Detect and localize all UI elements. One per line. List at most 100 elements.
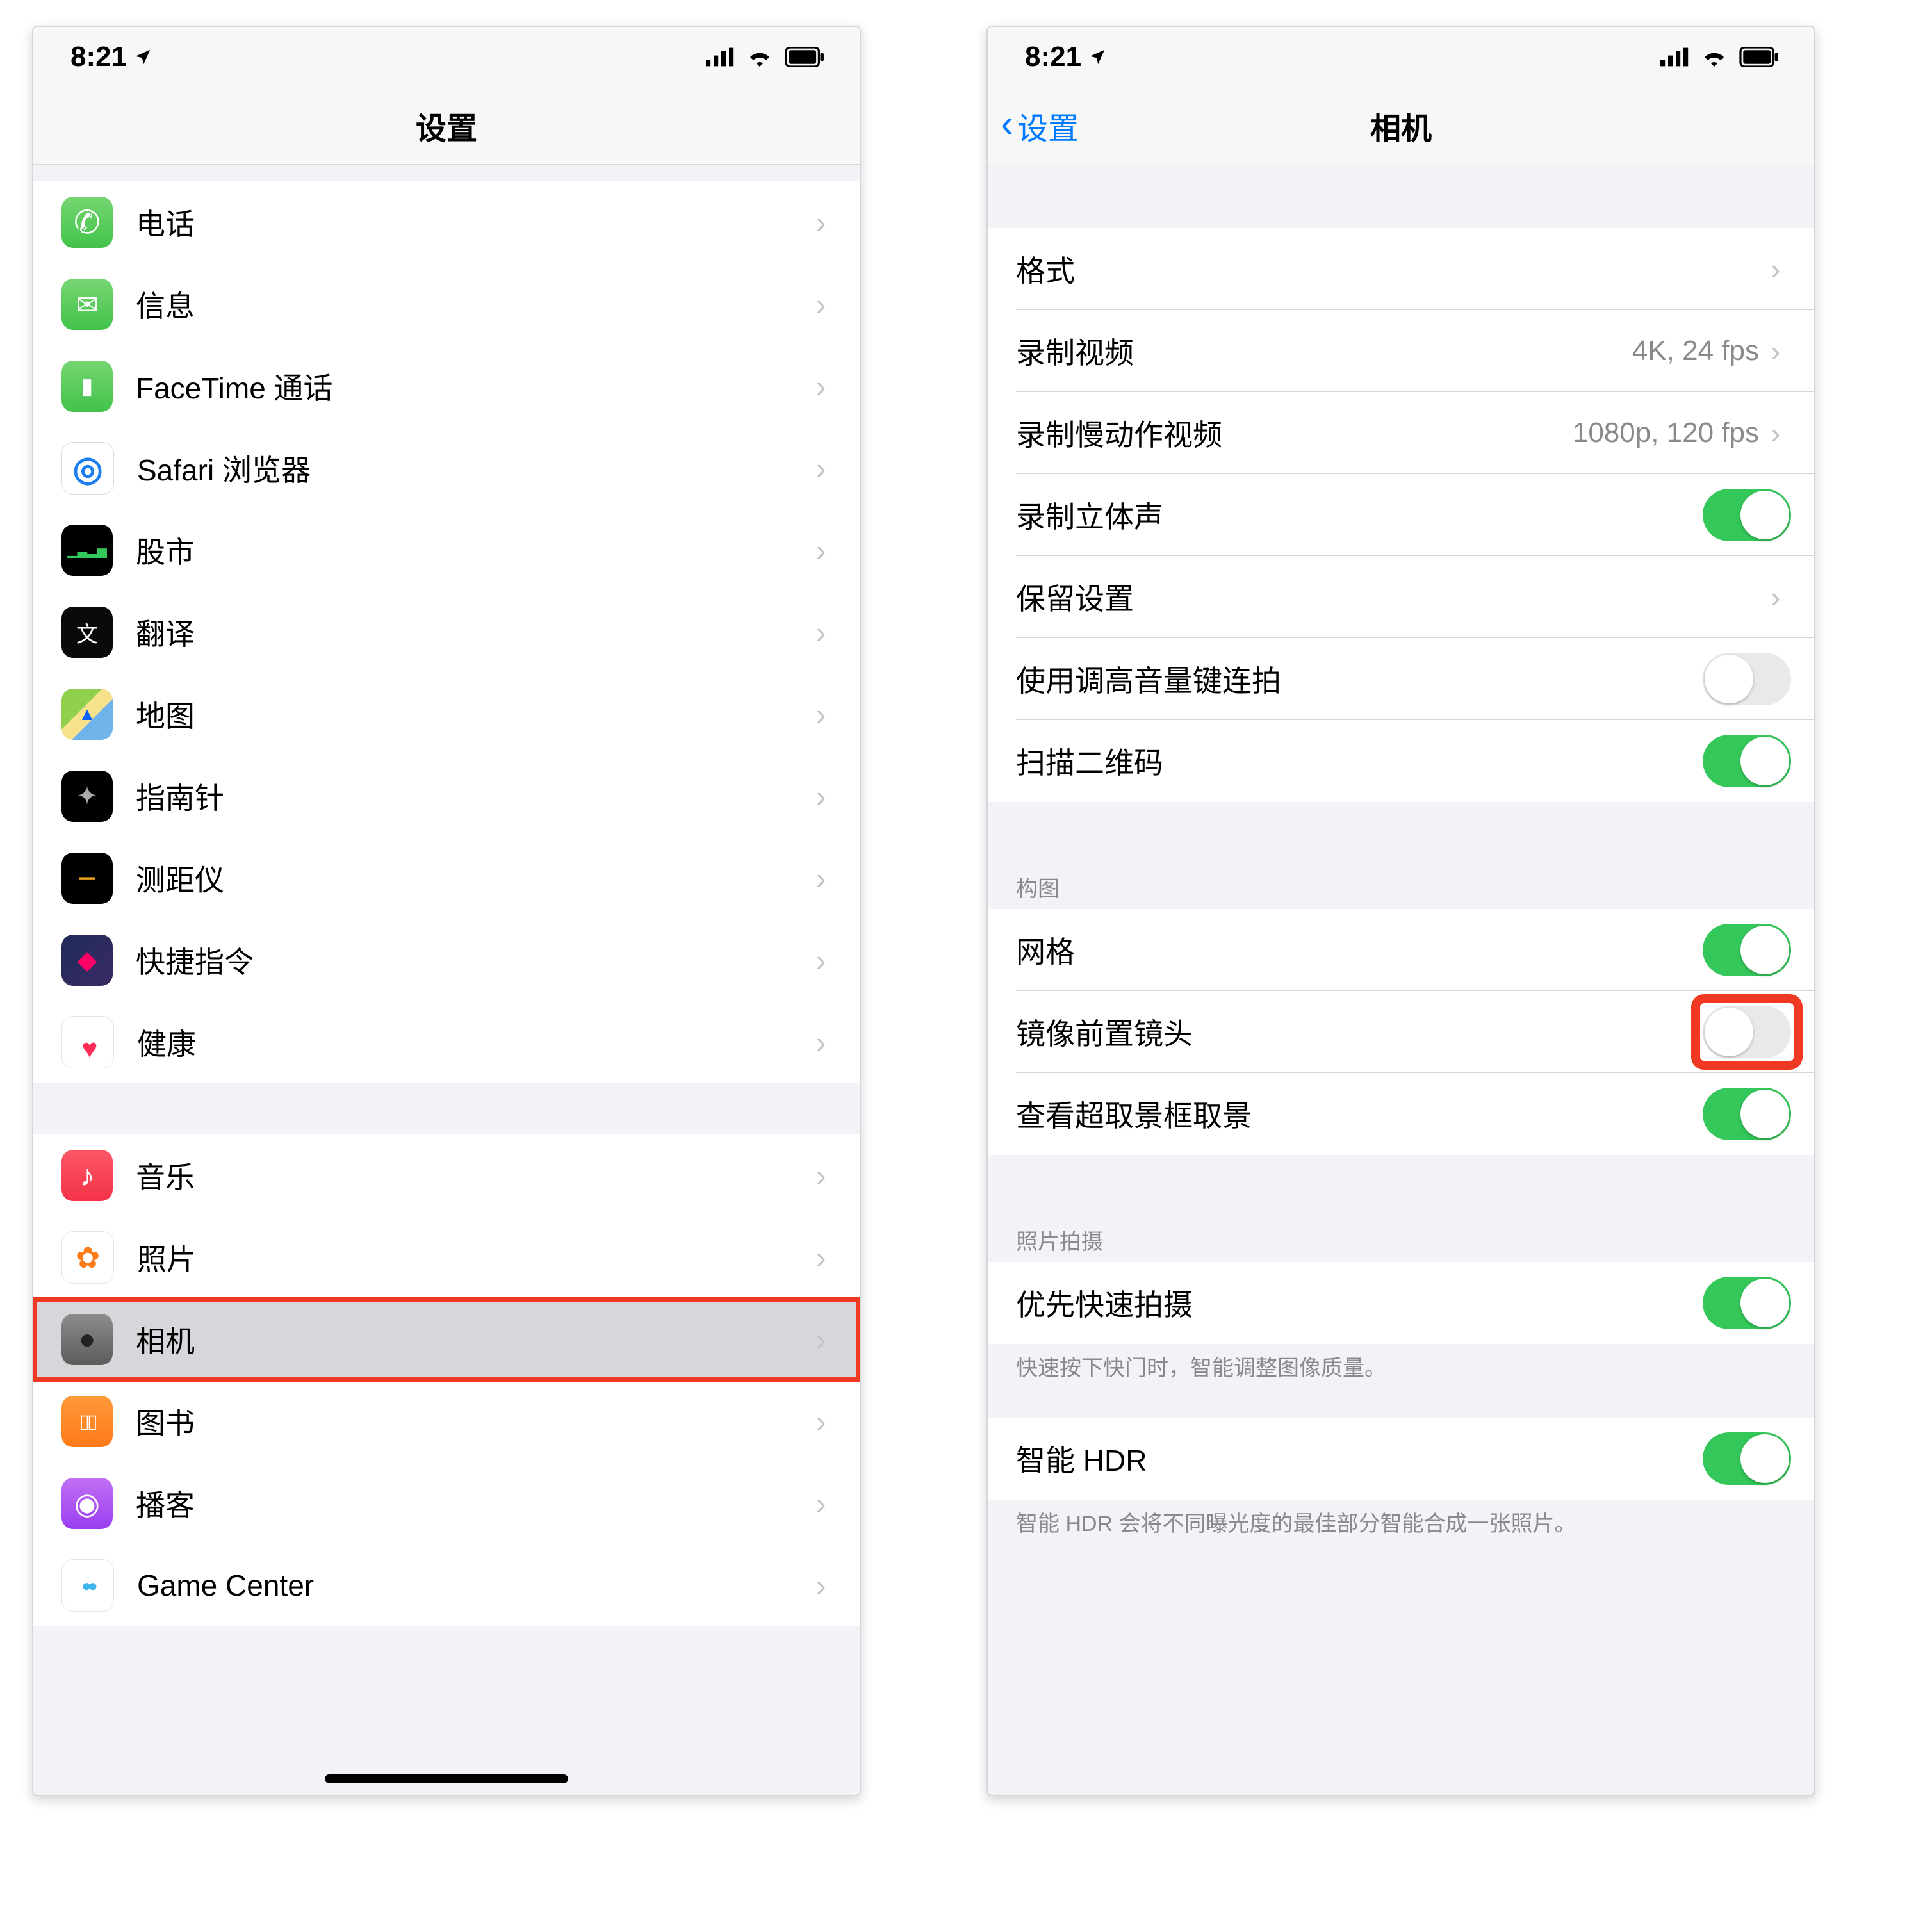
section-footer: 智能 HDR 会将不同曝光度的最佳部分智能合成一张照片。 (988, 1500, 1814, 1543)
chevron-right-icon: › (816, 779, 837, 814)
group-gap (988, 1387, 1814, 1418)
cell-record-video[interactable]: 录制视频 4K, 24 fps› (988, 310, 1814, 392)
section-header: 照片拍摄 (988, 1213, 1814, 1262)
battery-icon (1737, 47, 1782, 67)
section-header: 构图 (988, 860, 1814, 909)
cell-prioritize-fast[interactable]: 优先快速拍摄 (988, 1262, 1814, 1344)
messages-icon (61, 279, 113, 330)
cell-label: 使用调高音量键连拍 (1016, 658, 1703, 700)
chevron-right-icon: › (816, 697, 837, 732)
chevron-right-icon: › (816, 943, 837, 978)
settings-row-messages[interactable]: 信息 › (33, 263, 860, 345)
books-icon (61, 1396, 113, 1447)
settings-row-label: 地图 (136, 693, 816, 735)
photos-icon (61, 1231, 114, 1284)
cell-formats[interactable]: 格式 › (988, 228, 1814, 310)
cell-view-outside[interactable]: 查看超取景框取景 (988, 1073, 1814, 1155)
location-icon (1088, 47, 1107, 67)
cell-mirror-front[interactable]: 镜像前置镜头 (988, 991, 1814, 1073)
maps-icon (61, 689, 113, 740)
settings-row-label: 照片 (137, 1236, 816, 1279)
chevron-right-icon: › (816, 1025, 837, 1060)
settings-row-label: 股市 (136, 529, 816, 571)
chevron-left-icon: ‹ (1001, 104, 1013, 143)
settings-row-compass[interactable]: 指南针 › (33, 755, 860, 837)
camera-settings-screen: 8:21 ‹ 设置 相机 格式 › 录制视频 4K, 24 fps› 录制慢动作… (986, 26, 1815, 1796)
toggle-smart-hdr[interactable] (1703, 1432, 1791, 1485)
toggle-view-outside[interactable] (1703, 1088, 1791, 1140)
cell-grid[interactable]: 网格 (988, 909, 1814, 991)
camera-settings-list[interactable]: 格式 › 录制视频 4K, 24 fps› 录制慢动作视频 1080p, 120… (988, 164, 1814, 1795)
settings-row-books[interactable]: 图书 › (33, 1380, 860, 1462)
settings-row-label: 相机 (136, 1318, 816, 1361)
settings-row-camera[interactable]: 相机 › (33, 1298, 860, 1380)
settings-row-label: FaceTime 通话 (136, 365, 816, 407)
cell-smart-hdr[interactable]: 智能 HDR (988, 1418, 1814, 1500)
settings-row-facetime[interactable]: FaceTime 通话 › (33, 345, 860, 427)
stocks-icon (61, 525, 113, 576)
nav-bar: ‹ 设置 相机 (988, 87, 1814, 164)
settings-row-label: 快捷指令 (136, 939, 816, 981)
settings-row-label: 电话 (136, 201, 816, 243)
group-gap (988, 164, 1814, 228)
group-gap (988, 802, 1814, 860)
settings-row-label: 翻译 (136, 611, 816, 653)
settings-row-health[interactable]: 健康 › (33, 1001, 860, 1083)
cell-volume-burst[interactable]: 使用调高音量键连拍 (988, 638, 1814, 720)
measure-icon (61, 853, 113, 904)
chevron-right-icon: › (816, 369, 837, 404)
settings-row-label: Game Center (137, 1568, 816, 1603)
camera-icon (61, 1314, 113, 1365)
cell-record-slomo[interactable]: 录制慢动作视频 1080p, 120 fps› (988, 392, 1814, 474)
settings-row-music[interactable]: 音乐 › (33, 1134, 860, 1216)
toggle-prioritize-fast[interactable] (1703, 1277, 1791, 1329)
cell-label: 格式 (1016, 248, 1771, 290)
cellular-icon (706, 47, 737, 67)
back-label: 设置 (1017, 103, 1079, 148)
status-bar: 8:21 (33, 27, 860, 87)
chevron-right-icon: › (1771, 580, 1791, 614)
cell-label: 网格 (1016, 929, 1703, 971)
settings-row-safari[interactable]: Safari 浏览器 › (33, 427, 860, 509)
home-indicator[interactable] (325, 1774, 568, 1783)
toggle-grid[interactable] (1703, 924, 1791, 976)
shortcuts-icon (61, 935, 113, 986)
cell-label: 扫描二维码 (1016, 740, 1703, 782)
translate-icon (61, 607, 113, 658)
settings-list[interactable]: 电话 › 信息 › FaceTime 通话 › Safari 浏览器 › (33, 165, 860, 1795)
settings-row-photos[interactable]: 照片 › (33, 1216, 860, 1298)
wifi-icon (1700, 47, 1728, 67)
chevron-right-icon: › (816, 1240, 837, 1275)
settings-row-label: 指南针 (136, 775, 816, 817)
cell-label: 录制立体声 (1016, 494, 1703, 536)
cellular-icon (1660, 47, 1691, 67)
status-bar: 8:21 (988, 27, 1814, 87)
cell-preserve[interactable]: 保留设置 › (988, 556, 1814, 638)
toggle-stereo[interactable] (1703, 489, 1791, 541)
settings-row-gamecenter[interactable]: Game Center › (33, 1544, 860, 1626)
settings-row-maps[interactable]: 地图 › (33, 673, 860, 755)
settings-row-shortcuts[interactable]: 快捷指令 › (33, 919, 860, 1001)
chevron-right-icon: › (816, 451, 837, 486)
chevron-right-icon: › (816, 1568, 837, 1603)
settings-row-podcasts[interactable]: 播客 › (33, 1462, 860, 1544)
chevron-right-icon: › (1771, 334, 1791, 368)
cell-scan-qr[interactable]: 扫描二维码 (988, 720, 1814, 802)
toggle-scan-qr[interactable] (1703, 735, 1791, 787)
chevron-right-icon: › (816, 1486, 837, 1521)
status-time: 8:21 (1025, 41, 1081, 73)
status-right (1660, 47, 1782, 67)
settings-row-stocks[interactable]: 股市 › (33, 509, 860, 591)
settings-row-measure[interactable]: 测距仪 › (33, 837, 860, 919)
cell-detail: 1080p, 120 fps (1573, 417, 1759, 449)
toggle-mirror-front[interactable] (1703, 1006, 1791, 1058)
settings-row-translate[interactable]: 翻译 › (33, 591, 860, 673)
nav-bar: 设置 (33, 87, 860, 165)
cell-stereo[interactable]: 录制立体声 (988, 474, 1814, 556)
settings-row-phone[interactable]: 电话 › (33, 181, 860, 263)
back-button[interactable]: ‹ 设置 (1001, 87, 1079, 164)
toggle-volume-burst[interactable] (1703, 653, 1791, 705)
section-footer: 快速按下快门时，智能调整图像质量。 (988, 1344, 1814, 1387)
gamecenter-icon (61, 1559, 114, 1612)
group-gap (33, 165, 860, 181)
